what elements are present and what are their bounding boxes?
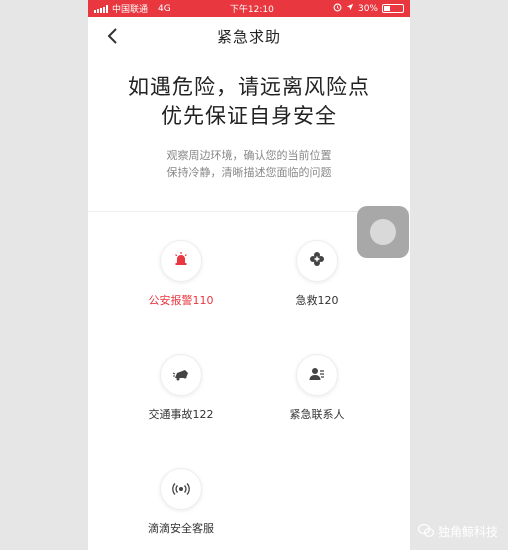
- chevron-left-icon[interactable]: [106, 26, 118, 50]
- didi-safety-service-label: 滴滴安全客服: [148, 522, 214, 535]
- location-icon: [346, 3, 354, 14]
- police-110-button[interactable]: 公安报警110: [121, 240, 241, 308]
- safety-notice: 如遇危险，请远离风险点 优先保证自身安全 观察周边环境，确认您的当前位置 保持冷…: [88, 73, 410, 181]
- instruction-line-2: 保持冷静，清晰描述您面临的问题: [166, 166, 332, 179]
- police-110-label: 公安报警110: [148, 294, 214, 307]
- police-siren-icon: [173, 251, 189, 271]
- first-aid-icon: [309, 251, 325, 271]
- assistive-touch-icon: [370, 219, 396, 245]
- phone-screen: 中国联通 4G 下午12:10 30% 紧急求助 如遇危险，请远离风险点 优先保…: [88, 0, 410, 550]
- carrier: 中国联通: [112, 5, 149, 15]
- contact-icon: [309, 366, 325, 385]
- network-type: 4G: [158, 3, 171, 14]
- watermark-text: 独角鲸科技: [437, 525, 498, 539]
- emergency-contact-label: 紧急联系人: [289, 408, 345, 421]
- nav-bar: 紧急求助: [88, 17, 410, 55]
- alarm-icon: [333, 3, 342, 15]
- traffic-accident-122-button[interactable]: 交通事故122: [121, 354, 241, 422]
- ambulance-120-label: 急救120: [295, 294, 339, 307]
- signal-icon: [94, 4, 108, 13]
- watermark: 独角鲸科技: [417, 523, 498, 540]
- wechat-icon: [417, 523, 435, 540]
- clock: 下午12:10: [229, 5, 274, 15]
- headline-line-2: 优先保证自身安全: [161, 104, 337, 128]
- broadcast-icon: [172, 480, 190, 499]
- page-title: 紧急求助: [216, 27, 281, 46]
- headline-line-1: 如遇危险，请远离风险点: [128, 75, 370, 99]
- traffic-accident-122-label: 交通事故122: [148, 408, 214, 421]
- battery-icon: [381, 4, 404, 13]
- help-actions-grid: 公安报警110 急救120 交通事故122 紧急联系人 滴滴安全客服: [88, 212, 410, 550]
- battery-percent: 30%: [357, 3, 378, 14]
- car-accident-icon: [172, 366, 190, 385]
- instruction-line-1: 观察周边环境，确认您的当前位置: [166, 149, 332, 162]
- assistive-touch-button[interactable]: [357, 206, 409, 258]
- status-bar: 中国联通 4G 下午12:10 30%: [88, 0, 410, 17]
- emergency-contact-button[interactable]: 紧急联系人: [257, 354, 377, 422]
- didi-safety-service-button[interactable]: 滴滴安全客服: [121, 468, 241, 536]
